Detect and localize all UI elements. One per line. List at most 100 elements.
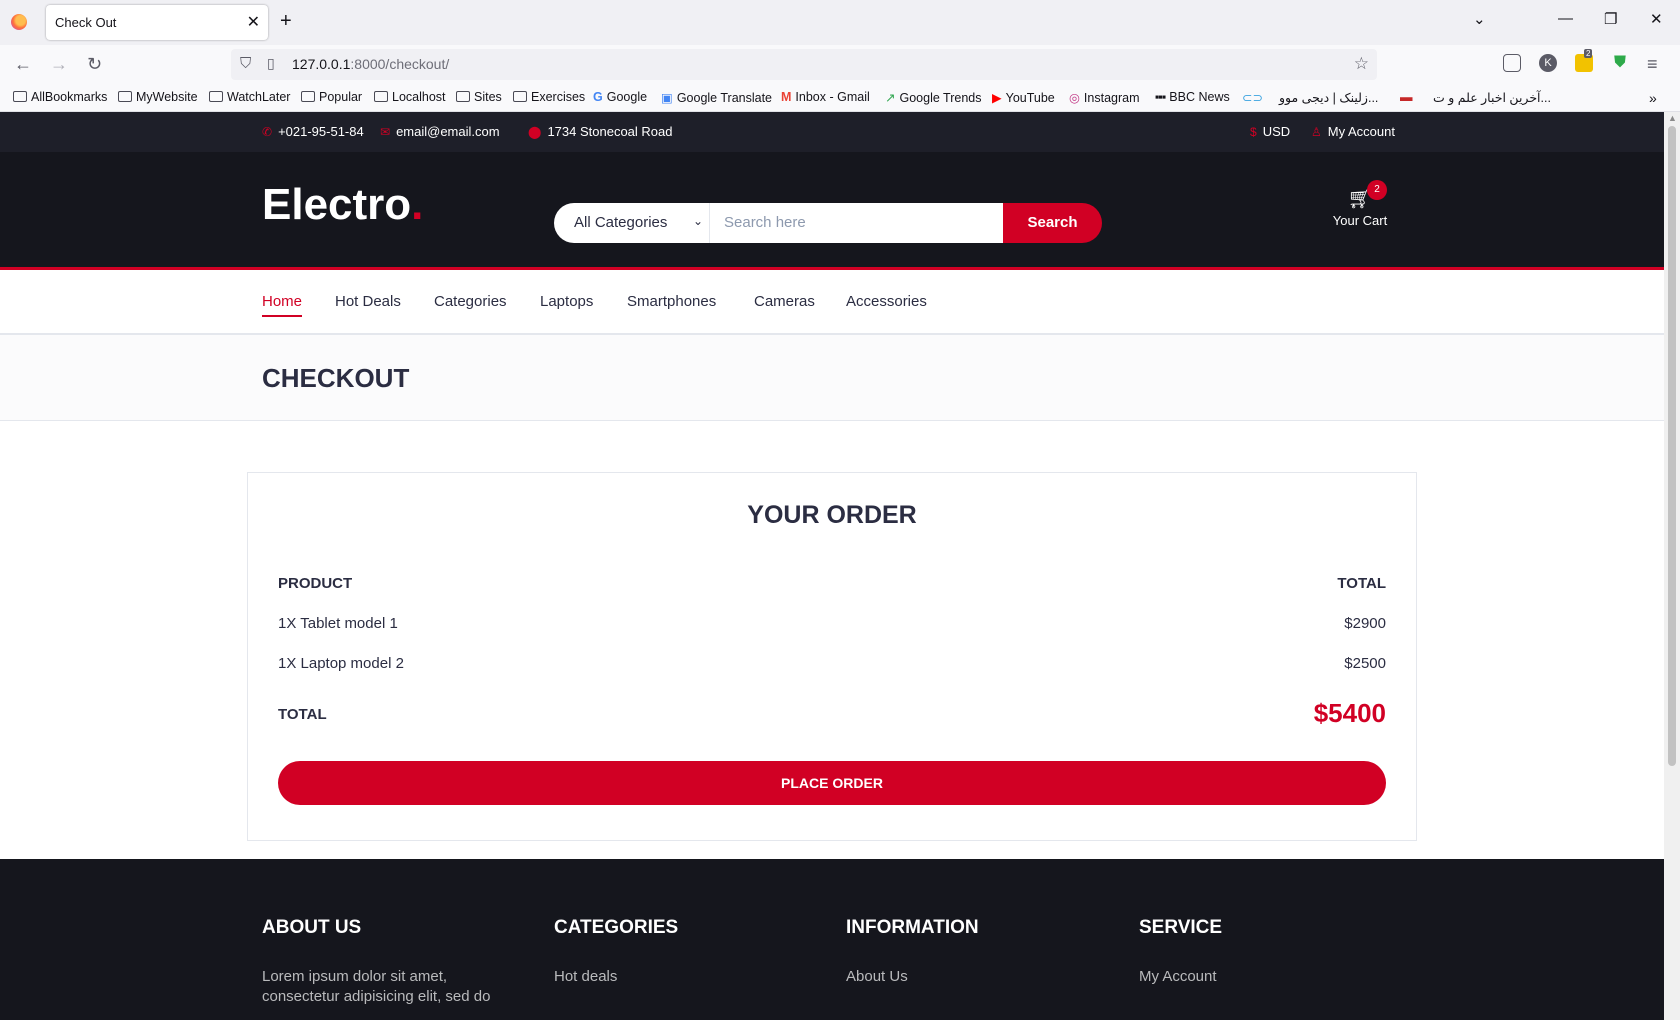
top-header: ✆ +021-95-51-84 ✉ email@email.com ⬤ 1734 St… [0,112,1664,152]
scroll-up-icon[interactable]: ▲ [1668,113,1677,123]
bookmark-gmail[interactable]: M Inbox - Gmail [781,90,870,104]
bookmark-zilink[interactable]: زلینک | دیجی موو... [1279,90,1378,105]
url-bar[interactable]: ⛉ ▯ 127.0.0.1:8000/checkout/ ☆ [231,49,1377,80]
phone-icon: ✆ [262,125,273,139]
currency-link[interactable]: $ USD [1250,124,1290,139]
page-scrollbar[interactable]: ▲ [1664,112,1680,1020]
cart-button[interactable]: 🛒︎ Your Cart 2 [1325,180,1395,228]
reload-icon[interactable]: ↻ [87,54,102,75]
order-item-name: 1X Laptop model 2 [278,655,404,672]
footer-categories: CATEGORIES Hot deals [554,917,814,987]
total-column-header: TOTAL [1337,575,1386,592]
dollar-icon: $ [1250,125,1257,139]
order-total-row: TOTAL $5400 [278,698,1386,728]
order-item-price: $2500 [1344,655,1386,672]
product-column-header: PRODUCT [278,575,353,592]
menu-icon[interactable]: ≡ [1647,54,1658,75]
footer-link-my-account[interactable]: My Account [1139,967,1399,987]
footer-about-text: Lorem ipsum dolor sit amet, consectetur … [262,968,491,1005]
search-button[interactable]: Search [1003,203,1102,243]
tab-list-chevron-icon[interactable]: ⌄ [1473,10,1486,28]
nav-home[interactable]: Home [262,293,303,317]
category-select[interactable]: All Categories ⌄ [554,203,709,243]
nav-hot-deals[interactable]: Hot Deals [335,293,401,310]
firefox-icon [11,14,27,30]
nav-laptops[interactable]: Laptops [540,293,593,310]
bookmark-mywebsite[interactable]: MyWebsite [118,90,198,104]
bookmark-exercises[interactable]: Exercises [513,90,585,104]
main-header: Electro. All Categories ⌄ Search here Sea… [0,152,1664,270]
footer-link-about-us[interactable]: About Us [846,967,1106,987]
browser-navbar: ← → ↻ ⛉ ▯ 127.0.0.1:8000/checkout/ ☆ K 2… [0,45,1680,85]
bookmark-news[interactable]: آخرین اخبار علم و ت... [1433,90,1551,105]
bookmark-localhost[interactable]: Localhost [374,90,446,104]
footer: ABOUT US Lorem ipsum dolor sit amet, con… [0,859,1664,1020]
footer-service: SERVICE My Account [1139,917,1399,987]
bookmark-sites[interactable]: Sites [456,90,502,104]
footer-service-title: SERVICE [1139,917,1223,938]
page-icon[interactable]: ▯ [267,55,275,72]
back-icon[interactable]: ← [14,54,32,75]
extension-badge: 2 [1584,49,1593,58]
order-header-row: PRODUCT TOTAL [278,575,1386,597]
bookmark-bbc-news[interactable]: ▪▪▪ BBC News [1155,90,1230,104]
bookmark-allbookmarks[interactable]: AllBookmarks [13,90,107,104]
header-address-link[interactable]: ⬤ 1734 Stonecoal Road [528,124,672,139]
order-item-price: $2900 [1344,615,1386,632]
pocket-icon[interactable] [1503,54,1521,72]
bookmark-google-translate[interactable]: ▣ Google Translate [661,90,772,105]
link-icon[interactable]: ⊂⊃ [1242,90,1263,105]
bookmark-watchlater[interactable]: WatchLater [209,90,290,104]
window-close-icon[interactable]: ✕ [1650,10,1663,28]
bookmarks-overflow-icon[interactable]: » [1649,90,1657,106]
bookmark-google[interactable]: G Google [593,90,647,104]
bookmark-youtube[interactable]: ▶ YouTube [992,90,1055,105]
nav-categories[interactable]: Categories [434,293,507,310]
scrollbar-thumb[interactable] [1668,126,1676,766]
order-item-row: 1X Laptop model 2 $2500 [278,655,1386,677]
nav-cameras[interactable]: Cameras [754,293,815,310]
folder-icon [301,91,315,102]
nav-accessories[interactable]: Accessories [846,293,927,310]
bookmark-google-trends[interactable]: ↗ Google Trends [885,90,981,105]
instagram-icon: ◎ [1069,91,1080,105]
folder-icon [209,91,223,102]
browser-tabstrip: Check Out ✕ + ⌄ — ❐ ✕ [0,0,1680,45]
footer-information: INFORMATION About Us [846,917,1106,987]
bookmark-icon-red[interactable]: ▬ [1400,90,1413,104]
bookmark-instagram[interactable]: ◎ Instagram [1069,90,1140,105]
minimize-icon[interactable]: — [1558,10,1573,27]
new-tab-icon[interactable]: + [280,10,292,33]
order-summary: YOUR ORDER PRODUCT TOTAL 1X Tablet model… [247,472,1417,841]
account-k-icon[interactable]: K [1539,54,1557,72]
header-email-link[interactable]: ✉ email@email.com [380,124,500,139]
bookmark-popular[interactable]: Popular [301,90,362,104]
bookmarks-bar: AllBookmarks MyWebsite WatchLater Popula… [0,85,1680,112]
folder-icon [456,91,470,102]
gmail-icon: M [781,90,792,104]
trends-icon: ↗ [885,91,896,105]
forward-icon[interactable]: → [50,54,68,75]
search-input[interactable]: Search here [709,203,1003,243]
my-account-link[interactable]: ♙ My Account [1311,124,1395,139]
page-title: CHECKOUT [262,363,410,393]
order-total-value: $5400 [1313,698,1386,728]
folder-icon [513,91,527,102]
place-order-button[interactable]: PLACE ORDER [278,761,1386,805]
tab-title: Check Out [55,15,117,30]
shield-icon[interactable]: ⛉ [240,55,251,72]
bookmark-star-icon[interactable]: ☆ [1354,54,1369,74]
restore-icon[interactable]: ❐ [1604,10,1617,28]
header-phone-link[interactable]: ✆ +021-95-51-84 [262,124,364,139]
youtube-icon: ▶ [992,91,1002,105]
map-marker-icon: ⬤ [528,125,542,139]
browser-tab[interactable]: Check Out ✕ [46,5,268,40]
user-icon: ♙ [1311,125,1322,139]
url-text[interactable]: 127.0.0.1:8000/checkout/ [292,56,449,72]
shield-check-icon[interactable]: ⛊ [1611,54,1629,72]
order-item-name: 1X Tablet model 1 [278,615,398,632]
tab-close-icon[interactable]: ✕ [247,12,260,32]
nav-smartphones[interactable]: Smartphones [627,293,716,310]
site-logo[interactable]: Electro. [262,180,423,230]
footer-link-hot-deals[interactable]: Hot deals [554,967,814,987]
